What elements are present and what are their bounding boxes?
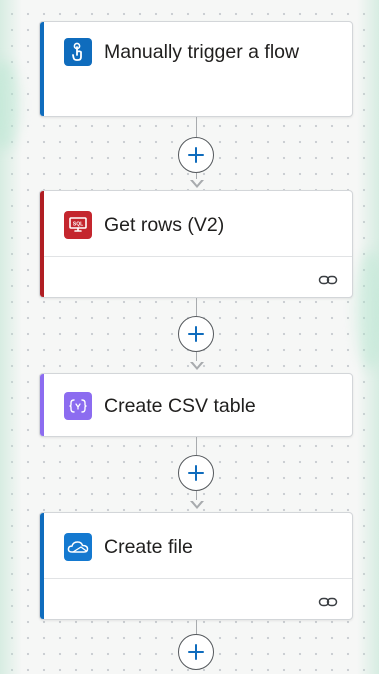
link-icon[interactable] (318, 273, 338, 287)
step-title: Create CSV table (104, 395, 256, 417)
add-step-button[interactable] (178, 316, 214, 352)
card-accent (40, 374, 44, 436)
connector-line (196, 437, 197, 455)
connector-arrow (190, 361, 204, 370)
step-title: Create file (104, 536, 193, 558)
add-step-button[interactable] (178, 137, 214, 173)
plus-icon (188, 465, 204, 481)
link-icon[interactable] (318, 595, 338, 609)
data-operation-icon (64, 392, 92, 420)
connector-line (196, 620, 197, 634)
card-footer (44, 578, 352, 619)
plus-icon (188, 326, 204, 342)
connector-arrow (190, 500, 204, 509)
step-title: Manually trigger a flow (104, 41, 300, 63)
sql-server-icon: SQL (64, 211, 92, 239)
card-footer (44, 256, 352, 297)
add-step-button[interactable] (178, 634, 214, 670)
connector-arrow (190, 179, 204, 188)
svg-text:SQL: SQL (73, 222, 83, 228)
plus-icon (188, 147, 204, 163)
create-file-card[interactable]: Create file (39, 512, 353, 620)
step-title: Get rows (V2) (104, 214, 225, 236)
connector-line (196, 117, 197, 137)
plus-icon (188, 644, 204, 660)
get-rows-card[interactable]: SQL Get rows (V2) (39, 190, 353, 298)
create-csv-card[interactable]: Create CSV table (39, 373, 353, 437)
card-accent (40, 22, 44, 116)
touch-hand-icon (64, 38, 92, 66)
add-step-button[interactable] (178, 455, 214, 491)
onedrive-icon (64, 533, 92, 561)
connector-line (196, 298, 197, 316)
trigger-card[interactable]: Manually trigger a flow (39, 21, 353, 117)
canvas-decoration (355, 250, 379, 370)
